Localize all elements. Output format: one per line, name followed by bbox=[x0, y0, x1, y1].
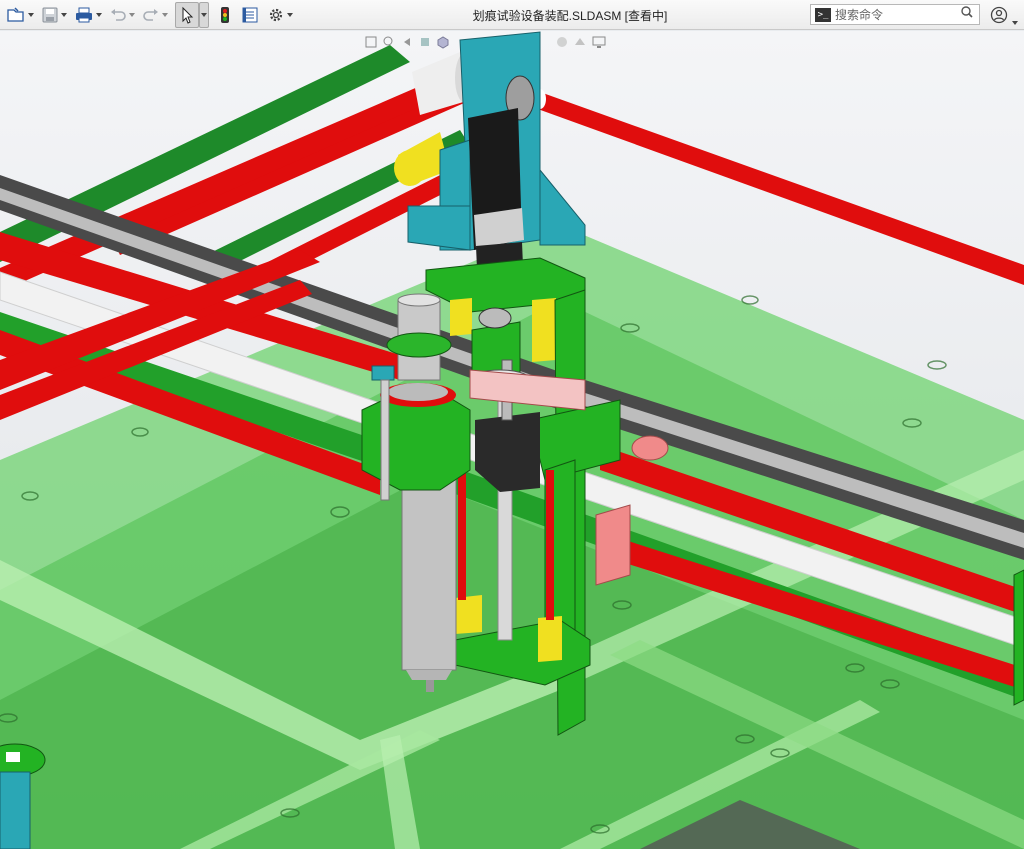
select-pointer-icon[interactable] bbox=[175, 1, 199, 28]
apply-scene-icon[interactable] bbox=[573, 35, 587, 54]
title-bar: 划痕试验设备装配.SLDASM [查看中] >_ 搜索命令 bbox=[0, 0, 1024, 30]
redo-dropdown-icon[interactable] bbox=[161, 12, 169, 17]
traffic-light-icon[interactable] bbox=[219, 3, 231, 27]
print-dropdown-icon[interactable] bbox=[95, 12, 103, 17]
file-properties-icon[interactable] bbox=[241, 3, 259, 27]
zoom-to-fit-icon[interactable] bbox=[364, 35, 378, 54]
search-icon[interactable] bbox=[960, 5, 976, 24]
view-orientation-icon[interactable] bbox=[436, 35, 450, 54]
search-input[interactable]: 搜索命令 bbox=[835, 6, 960, 23]
section-view-icon[interactable] bbox=[418, 35, 432, 54]
zoom-area-icon[interactable] bbox=[382, 35, 396, 54]
undo-dropdown-icon[interactable] bbox=[128, 12, 136, 17]
print-icon[interactable] bbox=[74, 3, 94, 27]
previous-view-icon[interactable] bbox=[400, 35, 414, 54]
options-gear-icon[interactable] bbox=[267, 3, 285, 27]
edit-appearance-icon[interactable] bbox=[555, 35, 569, 54]
command-prompt-icon: >_ bbox=[815, 7, 831, 22]
graphics-viewport[interactable] bbox=[0, 31, 1024, 849]
heads-up-view-toolbar bbox=[364, 34, 450, 54]
assembly-model-render[interactable] bbox=[0, 31, 1024, 849]
view-settings-icon[interactable] bbox=[591, 35, 607, 54]
open-file-icon[interactable] bbox=[6, 3, 26, 27]
solidworks-window: 划痕试验设备装配.SLDASM [查看中] >_ 搜索命令 bbox=[0, 0, 1024, 849]
undo-icon[interactable] bbox=[109, 3, 127, 27]
heads-up-display-tools bbox=[555, 34, 607, 54]
save-icon[interactable] bbox=[41, 3, 59, 27]
window-title: 划痕试验设备装配.SLDASM [查看中] bbox=[472, 9, 668, 23]
user-dropdown-icon[interactable] bbox=[1012, 12, 1018, 30]
search-commands-field[interactable]: >_ 搜索命令 bbox=[810, 4, 980, 25]
redo-icon[interactable] bbox=[142, 3, 160, 27]
open-dropdown-icon[interactable] bbox=[27, 12, 35, 17]
select-dropdown-icon[interactable] bbox=[199, 1, 209, 28]
user-account-icon[interactable] bbox=[990, 6, 1008, 29]
options-dropdown-icon[interactable] bbox=[286, 12, 294, 17]
save-dropdown-icon[interactable] bbox=[60, 12, 68, 17]
